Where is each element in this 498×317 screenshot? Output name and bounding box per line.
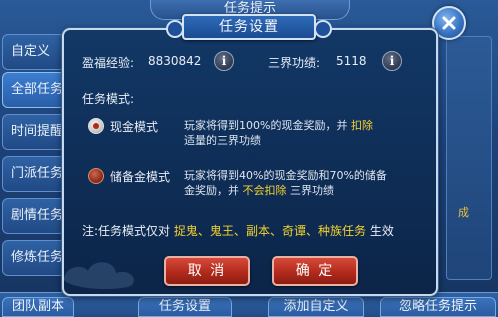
- note-task-dungeon: 副本: [245, 224, 270, 238]
- confirm-button[interactable]: 确 定: [272, 256, 358, 286]
- cash-mode-description: 玩家将得到100%的现金奖励，并 扣除 适量的三界功绩: [184, 118, 373, 148]
- info-icon: i: [221, 54, 227, 68]
- side-tab-all-tasks[interactable]: 全部任务: [2, 72, 66, 108]
- merit-value: 5118: [336, 54, 367, 68]
- note-suffix: 生效: [369, 224, 394, 238]
- merit-info-button[interactable]: i: [382, 51, 402, 71]
- note-separator: 、: [305, 224, 318, 238]
- side-tab-story-tasks[interactable]: 剧情任务: [2, 198, 66, 234]
- side-tab-cultivation-tasks[interactable]: 修炼任务: [2, 240, 66, 276]
- task-settings-dialog: 盈福经验: 8830842 i 三界功绩: 5118 i 任务模式: 现金模式 …: [62, 28, 438, 296]
- close-icon: [442, 16, 456, 30]
- reserve-mode-desc-line1: 玩家将得到40%的现金奖励和70%的储备: [184, 169, 387, 182]
- reserve-mode-no-deduct-highlight: 不会扣除: [242, 184, 287, 197]
- reserve-mode-desc-text: 金奖励，并: [184, 184, 239, 197]
- mode-note: 注:任务模式仅对 捉鬼、鬼王、副本、奇谭、种族任务 生效: [82, 222, 394, 239]
- side-tab-sect-tasks[interactable]: 门派任务: [2, 156, 66, 192]
- team-dungeon-button[interactable]: 团队副本: [2, 297, 74, 317]
- blessing-exp-info-button[interactable]: i: [214, 51, 234, 71]
- note-prefix: 注:任务模式仅对: [82, 224, 171, 238]
- dialog-title: 任务设置: [219, 19, 279, 35]
- reserve-mode-label[interactable]: 储备金模式: [110, 168, 170, 185]
- task-list-panel: [446, 36, 492, 280]
- note-task-race: 种族任务: [318, 224, 367, 238]
- cash-mode-radio[interactable]: [88, 118, 104, 134]
- cash-mode-desc-text: 玩家将得到100%的现金奖励，并: [184, 119, 348, 132]
- merit-label: 三界功绩:: [268, 56, 321, 70]
- cash-mode-label[interactable]: 现金模式: [110, 118, 158, 135]
- side-tab-time-reminder[interactable]: 时间提醒: [2, 114, 66, 150]
- info-icon: i: [389, 54, 395, 68]
- note-separator: 、: [233, 224, 246, 238]
- cash-mode-deduct-highlight: 扣除: [350, 119, 373, 132]
- dialog-title-plate: 任务设置: [166, 14, 332, 40]
- radio-selected-dot-icon: [93, 123, 99, 129]
- mode-section-label: 任务模式:: [82, 92, 135, 106]
- blessing-exp-value: 8830842: [148, 54, 202, 68]
- task-settings-button[interactable]: 任务设置: [138, 297, 232, 317]
- task-list-peek-text: 成: [458, 206, 469, 219]
- reserve-mode-radio[interactable]: [88, 168, 104, 184]
- ignore-task-prompt-button[interactable]: 忽略任务提示: [380, 297, 496, 317]
- note-task-ghost: 捉鬼: [173, 224, 198, 238]
- cash-mode-desc-line2: 适量的三界功绩: [184, 134, 261, 147]
- side-tab-custom[interactable]: 自定义: [2, 34, 66, 70]
- blessing-exp-label: 盈福经验:: [82, 56, 135, 70]
- note-separator: 、: [197, 224, 210, 238]
- cancel-button[interactable]: 取 消: [164, 256, 250, 286]
- add-custom-button[interactable]: 添加自定义: [268, 297, 364, 317]
- note-separator: 、: [269, 224, 282, 238]
- note-task-strange-tales: 奇谭: [281, 224, 306, 238]
- reserve-mode-description: 玩家将得到40%的现金奖励和70%的储备 金奖励，并 不会扣除 三界功绩: [184, 168, 387, 198]
- cloud-decoration-icon: [64, 262, 134, 290]
- reserve-mode-desc-tail: 三界功绩: [290, 184, 334, 197]
- note-task-ghost-king: 鬼王: [209, 224, 234, 238]
